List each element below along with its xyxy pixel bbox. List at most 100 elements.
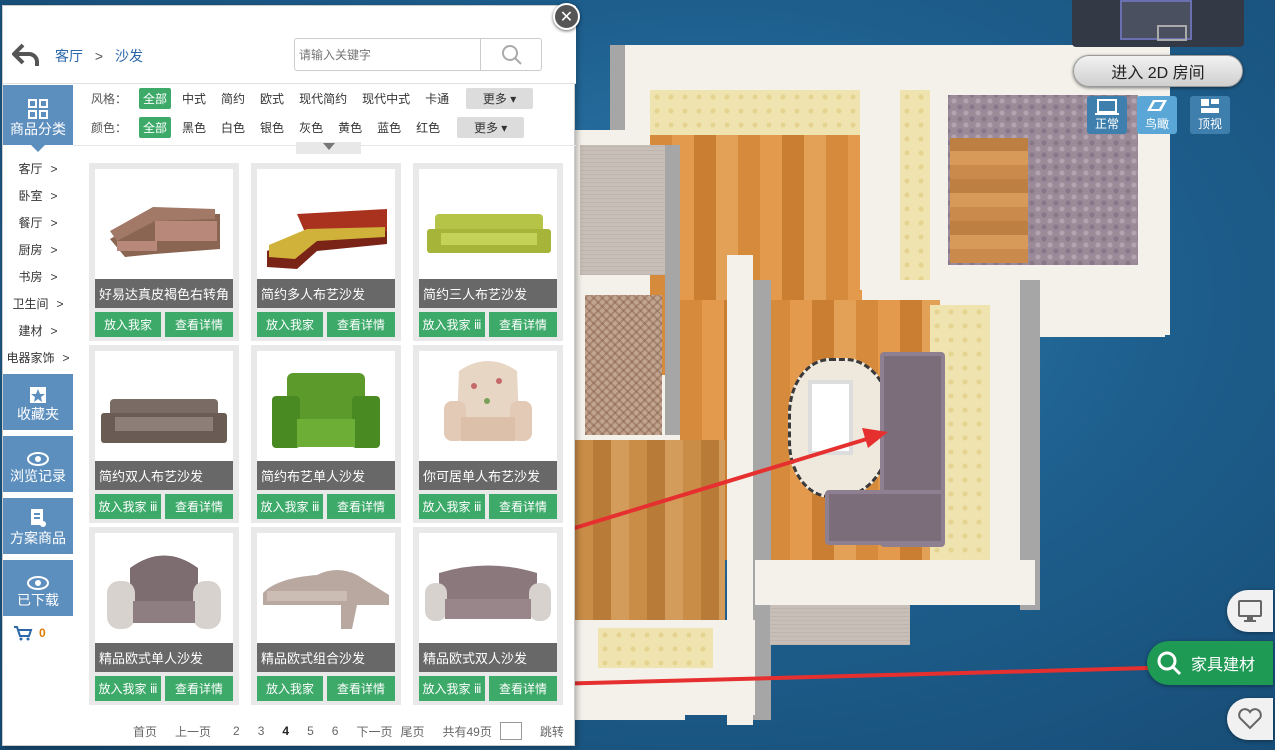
category-item-arrow: > [56,296,64,311]
style-option[interactable]: 全部 [139,87,172,109]
product-name: 简约三人布艺沙发 [419,279,557,308]
search-box [294,38,542,71]
product-image[interactable] [257,533,395,643]
product-image[interactable] [419,533,557,643]
last-page-link[interactable]: 尾页 [400,723,424,740]
furniture-materials-button[interactable]: 家具建材 [1147,641,1273,685]
view-details-button[interactable]: 查看详情 [165,676,233,701]
history-tab[interactable]: 浏览记录 [3,436,73,492]
style-option[interactable]: 现代简约 [295,88,351,109]
category-item[interactable]: 厨房 > [3,236,73,263]
view-details-button[interactable]: 查看详情 [489,676,557,701]
monitor-button[interactable] [1227,590,1273,632]
favorites-tab[interactable]: 收藏夹 [3,374,73,430]
view-details-button[interactable]: 查看详情 [489,494,557,519]
jump-page-input[interactable] [499,722,522,740]
style-option[interactable]: 欧式 [256,88,288,109]
color-option[interactable]: 银色 [256,117,288,138]
page-link-current[interactable]: 4 [282,724,289,738]
downloaded-tab[interactable]: 已下载 [3,560,73,616]
product-image[interactable] [257,351,395,461]
category-item[interactable]: 建材 > [3,317,73,344]
view-details-button[interactable]: 查看详情 [489,312,557,337]
view-details-button[interactable]: 查看详情 [327,312,395,337]
product-image[interactable] [419,169,557,279]
category-tab[interactable]: 商品分类 [3,85,73,145]
view-bird-button[interactable]: 鸟瞰 [1137,96,1177,134]
close-icon: ✕ [559,8,574,26]
product-card[interactable]: 精品欧式双人沙发 放入我家 ⅲ 查看详情 [413,527,563,705]
page-link[interactable]: 5 [307,724,314,738]
add-to-home-button[interactable]: 放入我家 ⅲ [257,494,323,519]
product-name: 简约双人布艺沙发 [95,461,233,490]
view-details-button[interactable]: 查看详情 [327,494,395,519]
search-button[interactable] [480,39,542,70]
product-image[interactable] [257,169,395,279]
product-card[interactable]: 好易达真皮褐色右转角 放入我家 查看详情 [89,163,239,341]
add-to-home-button[interactable]: 放入我家 ⅲ [419,494,485,519]
product-card[interactable]: 简约布艺单人沙发 放入我家 ⅲ 查看详情 [251,345,401,523]
category-item[interactable]: 电器家饰 > [3,344,73,371]
search-input[interactable] [299,43,474,67]
style-option[interactable]: 卡通 [421,88,453,109]
product-image[interactable] [95,351,233,461]
view-top-label: 顶视 [1197,117,1222,131]
style-more-button[interactable]: 更多 ▾ [466,87,534,109]
plan-goods-tab[interactable]: 方案商品 [3,498,73,554]
add-to-home-button[interactable]: 放入我家 ⅲ [95,676,161,701]
product-card[interactable]: 精品欧式组合沙发 放入我家 查看详情 [251,527,401,705]
add-to-home-button[interactable]: 放入我家 [257,312,323,337]
color-option[interactable]: 全部 [139,116,172,138]
color-more-button[interactable]: 更多 ▾ [457,116,525,138]
product-card[interactable]: 简约三人布艺沙发 放入我家 ⅲ 查看详情 [413,163,563,341]
view-top-button[interactable]: 顶视 [1190,96,1230,134]
back-button[interactable] [11,42,41,73]
close-panel-button[interactable]: ✕ [553,3,580,30]
page-link[interactable]: 6 [332,724,339,738]
view-details-button[interactable]: 查看详情 [165,494,233,519]
add-to-home-button[interactable]: 放入我家 ⅲ [95,494,161,519]
product-card[interactable]: 精品欧式单人沙发 放入我家 ⅲ 查看详情 [89,527,239,705]
cart[interactable]: 0 [13,625,46,641]
category-item[interactable]: 书房 > [3,263,73,290]
category-item[interactable]: 客厅 > [3,155,73,182]
add-to-home-button[interactable]: 放入我家 [95,312,161,337]
category-item[interactable]: 卧室 > [3,182,73,209]
product-image[interactable] [419,351,557,461]
style-option[interactable]: 中式 [178,88,210,109]
favorite-button[interactable] [1227,698,1273,740]
breadcrumb-root[interactable]: 客厅 [55,48,83,64]
page-link[interactable]: 3 [258,724,265,738]
product-card[interactable]: 你可居单人布艺沙发 放入我家 ⅲ 查看详情 [413,345,563,523]
category-item[interactable]: 卫生间 > [3,290,73,317]
collapse-filters-button[interactable] [296,142,361,154]
category-item-label: 电器家饰 [6,351,55,365]
page-link[interactable]: 2 [233,724,240,738]
jump-button[interactable]: 跳转 [540,723,564,740]
prev-page-link[interactable]: 上一页 [175,723,211,740]
color-option[interactable]: 白色 [217,117,249,138]
next-page-link[interactable]: 下一页 [356,723,392,740]
view-details-button[interactable]: 查看详情 [165,312,233,337]
product-image[interactable] [95,169,233,279]
category-item[interactable]: 餐厅 > [3,209,73,236]
add-to-home-button[interactable]: 放入我家 ⅲ [419,676,485,701]
product-card[interactable]: 简约双人布艺沙发 放入我家 ⅲ 查看详情 [89,345,239,523]
view-normal-button[interactable]: 正常 [1087,96,1127,134]
view-details-button[interactable]: 查看详情 [327,676,395,701]
product-image[interactable] [95,533,233,643]
category-item-arrow: > [50,161,58,176]
enter-2d-room-button[interactable]: 进入 2D 房间 [1073,55,1243,87]
color-option[interactable]: 黑色 [178,117,210,138]
minimap[interactable] [1072,0,1244,47]
product-card[interactable]: 简约多人布艺沙发 放入我家 查看详情 [251,163,401,341]
add-to-home-button[interactable]: 放入我家 [257,676,323,701]
color-option[interactable]: 黄色 [334,117,366,138]
add-to-home-button[interactable]: 放入我家 ⅲ [419,312,485,337]
first-page-link[interactable]: 首页 [133,723,157,740]
color-option[interactable]: 蓝色 [373,117,405,138]
style-option[interactable]: 现代中式 [358,88,414,109]
style-option[interactable]: 简约 [217,88,249,109]
color-option[interactable]: 红色 [412,117,444,138]
color-option[interactable]: 灰色 [295,117,327,138]
